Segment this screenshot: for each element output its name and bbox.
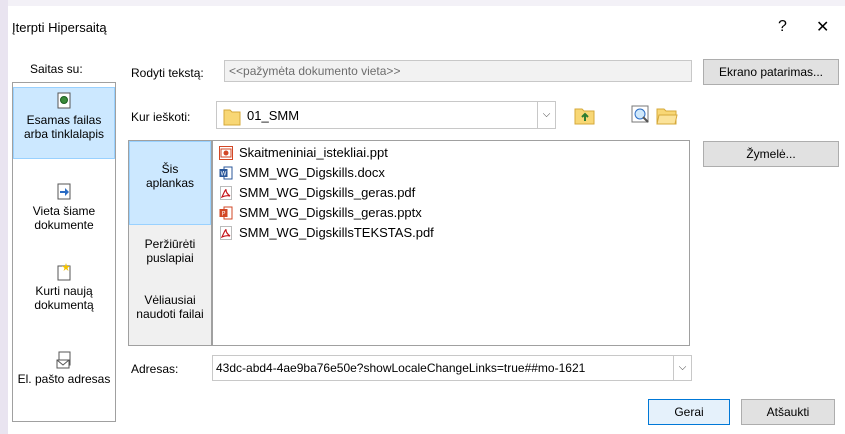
pdf-file-icon: [220, 185, 232, 200]
email-icon: [56, 351, 71, 369]
close-button[interactable]: ✕: [816, 17, 829, 37]
link-existing-file[interactable]: Esamas failas arba tinklalapis: [13, 87, 115, 159]
bookmark-button[interactable]: Žymelė...: [703, 141, 839, 167]
link-existing-file-label: Esamas failas arba tinklalapis: [23, 113, 105, 141]
window-top-edge: [0, 0, 845, 6]
cancel-button[interactable]: Atšaukti: [741, 399, 835, 425]
display-text-field[interactable]: <<pažymėta dokumento vieta>>: [224, 60, 692, 82]
look-in-panel: Šis aplankas Peržiūrėti puslapiai Vėliau…: [128, 140, 212, 346]
current-folder-label: Šis aplankas: [145, 162, 195, 190]
word-file-icon: W: [219, 166, 233, 180]
look-in-dropdown[interactable]: 01_SMM ⌵: [216, 101, 556, 129]
link-new-document[interactable]: Kurti naują dokumentą: [13, 263, 115, 323]
link-email-address[interactable]: El. pašto adresas: [13, 351, 115, 411]
browse-file-button[interactable]: [655, 103, 679, 127]
link-email-address-label: El. pašto adresas: [17, 372, 111, 386]
file-name: Skaitmeniniai_istekliai.ppt: [239, 145, 388, 160]
file-item[interactable]: W SMM_WG_Digskills.docx: [219, 163, 385, 183]
file-name: SMM_WG_Digskills.docx: [239, 165, 385, 180]
look-in-value: 01_SMM: [247, 108, 300, 123]
pptx-file-icon: P: [219, 206, 233, 220]
link-place-in-document[interactable]: Vieta šiame dokumente: [13, 183, 115, 243]
display-text-label: Rodyti tekstą:: [131, 66, 204, 80]
address-dropdown-arrow[interactable]: ⌵: [673, 356, 691, 380]
link-to-panel: Esamas failas arba tinklalapis Vieta šia…: [12, 82, 116, 422]
file-item[interactable]: P SMM_WG_Digskills_geras.pptx: [219, 203, 422, 223]
new-document-icon: [57, 263, 71, 281]
place-in-document-icon: [57, 183, 71, 200]
help-icon: ?: [778, 18, 787, 35]
link-new-document-label: Kurti naują dokumentą: [34, 284, 94, 312]
look-in-label: Kur ieškoti:: [131, 110, 191, 124]
file-name: SMM_WG_Digskills_geras.pdf: [239, 185, 416, 200]
current-folder-tab[interactable]: Šis aplankas: [129, 141, 211, 225]
open-folder-icon: [656, 108, 678, 125]
address-value: 43dc-abd4-4ae9ba76e50e?showLocaleChangeL…: [216, 361, 586, 375]
browse-web-button[interactable]: [629, 103, 653, 127]
file-name: SMM_WG_Digskills_geras.pptx: [239, 205, 422, 220]
chevron-down-icon: ⌵: [542, 109, 551, 120]
dialog-title: Įterpti Hipersaitą: [12, 20, 107, 35]
svg-text:P: P: [222, 210, 226, 217]
ppt-file-icon: [219, 145, 233, 160]
up-folder-icon: [574, 108, 595, 125]
close-icon: ✕: [816, 19, 830, 36]
look-in-dropdown-arrow[interactable]: ⌵: [537, 102, 555, 128]
pdf-file-icon: [220, 225, 232, 240]
file-item[interactable]: Skaitmeniniai_istekliai.ppt: [219, 143, 388, 163]
address-label: Adresas:: [131, 362, 179, 376]
recent-files-tab[interactable]: Vėliausiai naudoti failai: [129, 287, 211, 351]
recent-files-label: Vėliausiai naudoti failai: [136, 293, 204, 321]
file-list: Skaitmeniniai_istekliai.ppt W SMM_WG_Dig…: [212, 140, 690, 346]
browse-web-icon: [631, 105, 649, 123]
link-to-label: Saitas su:: [30, 62, 83, 76]
file-item[interactable]: SMM_WG_Digskills_geras.pdf: [219, 183, 415, 203]
chevron-down-icon: ⌵: [678, 362, 687, 373]
existing-file-icon: [57, 92, 71, 109]
link-place-in-document-label: Vieta šiame dokumente: [32, 204, 96, 232]
address-field[interactable]: 43dc-abd4-4ae9ba76e50e?showLocaleChangeL…: [212, 355, 692, 381]
folder-icon: [223, 109, 241, 126]
window-left-edge: [0, 0, 8, 434]
file-name: SMM_WG_DigskillsTEKSTAS.pdf: [239, 225, 434, 240]
up-folder-button[interactable]: [573, 103, 597, 127]
svg-text:W: W: [221, 170, 227, 177]
ok-button[interactable]: Gerai: [648, 399, 730, 425]
screen-tip-button[interactable]: Ekrano patarimas...: [703, 59, 839, 85]
browsed-pages-label: Peržiūrėti puslapiai: [144, 237, 196, 265]
help-button[interactable]: ?: [778, 18, 787, 36]
file-item[interactable]: SMM_WG_DigskillsTEKSTAS.pdf: [219, 223, 434, 243]
